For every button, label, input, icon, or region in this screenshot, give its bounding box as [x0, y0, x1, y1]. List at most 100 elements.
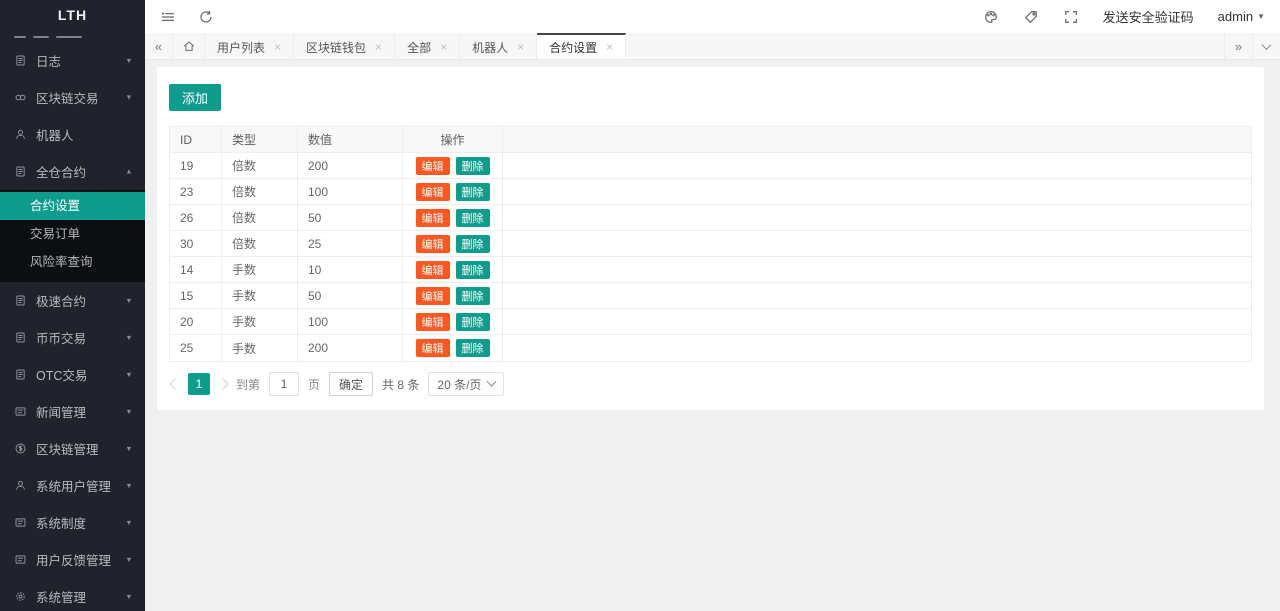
delete-button[interactable]: 删除: [456, 287, 490, 305]
cell-filler: [503, 205, 1251, 230]
per-page-value: 20 条/页: [437, 376, 481, 393]
link-icon: [14, 91, 27, 104]
cell-actions: 编辑 删除: [403, 153, 503, 178]
cell-id: 23: [170, 179, 222, 204]
cell-id: 14: [170, 257, 222, 282]
sidebar-item-label: 机器人: [36, 125, 133, 144]
delete-button[interactable]: 删除: [456, 339, 490, 357]
column-header-actions: 操作: [403, 127, 503, 152]
cell-type: 手数: [222, 309, 298, 334]
delete-button[interactable]: 删除: [456, 261, 490, 279]
cell-value: 10: [298, 257, 403, 282]
delete-button[interactable]: 删除: [456, 157, 490, 175]
tab-contract-settings[interactable]: 合约设置 ×: [537, 33, 626, 59]
home-tab-icon[interactable]: [173, 33, 205, 59]
dollar-icon: [14, 442, 27, 455]
cell-actions: 编辑 删除: [403, 283, 503, 308]
table-row: 15 手数 50 编辑 删除: [170, 283, 1251, 309]
tabs-scroll-right-button[interactable]: »: [1224, 33, 1252, 59]
sidebar-item-system-rules[interactable]: 系统制度 ▼: [0, 504, 145, 541]
edit-button[interactable]: 编辑: [416, 313, 450, 331]
close-icon[interactable]: ×: [606, 41, 613, 53]
tabs-scroll-left-button[interactable]: «: [145, 33, 173, 59]
close-icon[interactable]: ×: [375, 41, 382, 53]
chevron-down-icon: ▼: [125, 555, 132, 563]
tab-blockchain-wallet[interactable]: 区块链钱包 ×: [294, 33, 395, 59]
goto-page-prefix: 到第: [236, 376, 260, 393]
clipped-menu-item[interactable]: [0, 28, 145, 42]
edit-button[interactable]: 编辑: [416, 209, 450, 227]
column-header-value: 数值: [298, 127, 403, 152]
clipped-stroke: [14, 36, 26, 38]
sidebar-item-news-management[interactable]: 新闻管理 ▼: [0, 393, 145, 430]
sidebar-item-coin-trade[interactable]: 币币交易 ▼: [0, 319, 145, 356]
edit-button[interactable]: 编辑: [416, 157, 450, 175]
sidebar-item-otc-trade[interactable]: OTC交易 ▼: [0, 356, 145, 393]
sidebar-item-label: 新闻管理: [36, 402, 125, 421]
table-row: 30 倍数 25 编辑 删除: [170, 231, 1251, 257]
sidebar-item-speed-contract[interactable]: 极速合约 ▼: [0, 282, 145, 319]
cell-value: 50: [298, 205, 403, 230]
cell-value: 200: [298, 153, 403, 178]
cell-filler: [503, 335, 1251, 361]
sidebar-item-system-management[interactable]: 系统管理 ▼: [0, 578, 145, 611]
news-icon: [14, 553, 27, 566]
edit-button[interactable]: 编辑: [416, 183, 450, 201]
delete-button[interactable]: 删除: [456, 183, 490, 201]
username: admin: [1218, 9, 1253, 24]
add-button[interactable]: 添加: [169, 84, 221, 111]
chevron-down-icon: ▼: [125, 592, 132, 600]
sidebar-item-label: 区块链交易: [36, 88, 125, 107]
page-number-input[interactable]: [269, 372, 299, 396]
sidebar-item-logs[interactable]: 日志 ▼: [0, 42, 145, 79]
tab-label: 全部: [407, 39, 431, 56]
tab-label: 机器人: [472, 39, 508, 56]
close-icon[interactable]: ×: [274, 41, 281, 53]
tab-user-list[interactable]: 用户列表 ×: [205, 33, 294, 59]
tag-icon[interactable]: [1023, 9, 1039, 25]
sidebar-item-blockchain-trade[interactable]: 区块链交易 ▼: [0, 79, 145, 116]
send-security-code-button[interactable]: 发送安全验证码: [1103, 7, 1194, 26]
close-icon[interactable]: ×: [440, 41, 447, 53]
chevron-down-icon: [1262, 40, 1272, 50]
theme-palette-icon[interactable]: [983, 9, 999, 25]
chevron-down-icon: ▼: [125, 481, 132, 489]
cell-value: 100: [298, 179, 403, 204]
edit-button[interactable]: 编辑: [416, 261, 450, 279]
main-area: 发送安全验证码 admin ▼ « 用户列表 × 区块链钱包 × 全部 ×: [145, 0, 1280, 611]
tabs-menu-button[interactable]: [1252, 33, 1280, 59]
collapse-menu-icon[interactable]: [160, 9, 176, 25]
submenu-item-contract-settings[interactable]: 合约设置: [0, 192, 145, 220]
submenu-item-risk-rate-query[interactable]: 风险率查询: [0, 248, 145, 276]
sidebar-item-system-users[interactable]: 系统用户管理 ▼: [0, 467, 145, 504]
table-row: 25 手数 200 编辑 删除: [170, 335, 1251, 361]
tab-label: 合约设置: [549, 39, 597, 56]
tab-all[interactable]: 全部 ×: [395, 33, 460, 59]
sidebar-item-blockchain-management[interactable]: 区块链管理 ▼: [0, 430, 145, 467]
delete-button[interactable]: 删除: [456, 209, 490, 227]
clipped-stroke: [33, 36, 49, 38]
table-row: 26 倍数 50 编辑 删除: [170, 205, 1251, 231]
cell-type: 倍数: [222, 179, 298, 204]
cell-filler: [503, 153, 1251, 178]
delete-button[interactable]: 删除: [456, 235, 490, 253]
prev-page-icon[interactable]: [169, 378, 180, 389]
confirm-page-button[interactable]: 确定: [329, 372, 373, 396]
next-page-icon[interactable]: [217, 378, 228, 389]
close-icon[interactable]: ×: [517, 41, 524, 53]
delete-button[interactable]: 删除: [456, 313, 490, 331]
current-page-button[interactable]: 1: [188, 373, 210, 395]
refresh-icon[interactable]: [198, 9, 214, 25]
tab-robot[interactable]: 机器人 ×: [460, 33, 537, 59]
submenu-item-trade-orders[interactable]: 交易订单: [0, 220, 145, 248]
per-page-select[interactable]: 20 条/页: [428, 372, 504, 396]
edit-button[interactable]: 编辑: [416, 287, 450, 305]
edit-button[interactable]: 编辑: [416, 339, 450, 357]
edit-button[interactable]: 编辑: [416, 235, 450, 253]
sidebar-item-user-feedback[interactable]: 用户反馈管理 ▼: [0, 541, 145, 578]
chevron-down-icon: ▼: [125, 518, 132, 526]
fullscreen-icon[interactable]: [1063, 9, 1079, 25]
user-dropdown[interactable]: admin ▼: [1218, 9, 1265, 24]
sidebar-item-full-contract[interactable]: 全仓合约 ▲: [0, 153, 145, 190]
sidebar-item-robot[interactable]: 机器人: [0, 116, 145, 153]
